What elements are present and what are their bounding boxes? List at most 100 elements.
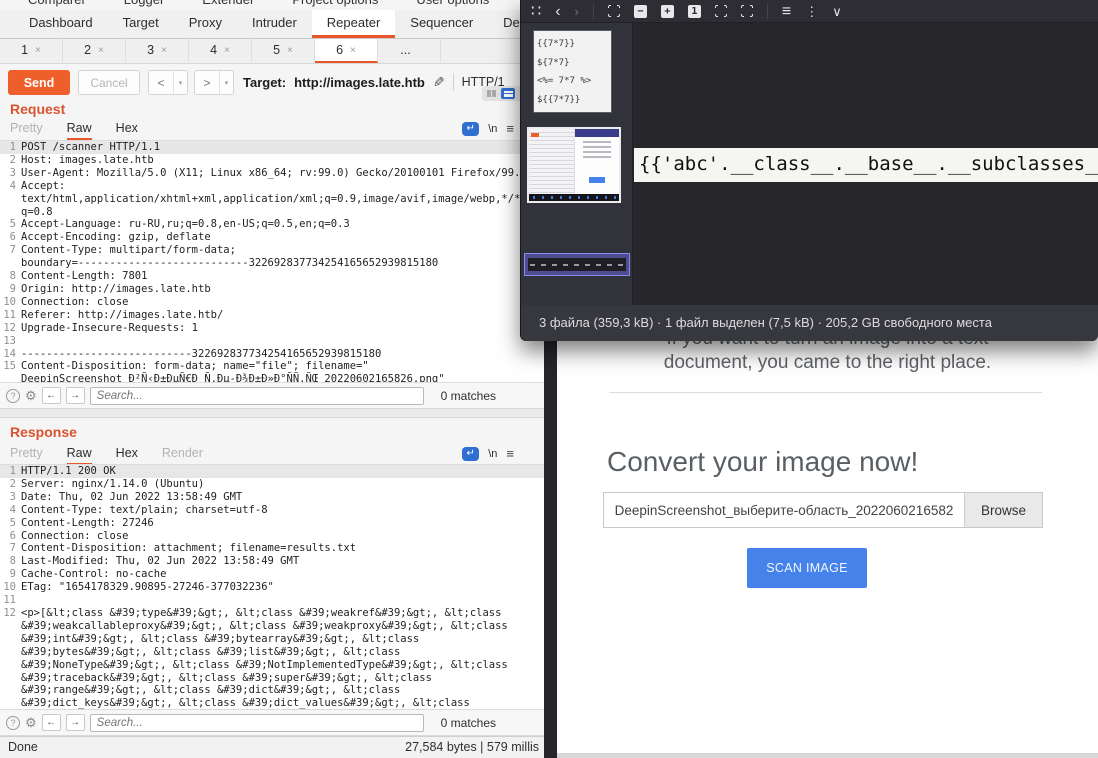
file-input[interactable]: DeepinScreenshot_выберите-область_202206… (603, 492, 1043, 528)
send-button[interactable]: Send (8, 70, 70, 95)
help-icon[interactable]: ? (6, 716, 20, 730)
thumbnails-grid-icon[interactable]: ∷ (531, 5, 541, 18)
line-text: &#39;dict_keys&#39;&gt;, &lt;class &#39;… (21, 697, 547, 710)
fit-width-icon[interactable] (715, 5, 727, 17)
top-menu-item[interactable]: User options (416, 0, 489, 7)
thumbnail-desktop-screenshot[interactable] (527, 127, 621, 203)
dropdown-chevron-icon[interactable]: ∨ (832, 5, 842, 18)
editor-line: &#39;dict_keys&#39;&gt;, &lt;class &#39;… (0, 697, 547, 710)
module-tab[interactable]: Intruder (237, 10, 312, 38)
editor-menu-icon[interactable]: ≡ (506, 446, 514, 461)
line-text: HTTP/1.1 200 OK (21, 465, 547, 478)
edit-pencil-icon[interactable]: ✎ (433, 74, 445, 91)
response-view-tab[interactable]: Hex (116, 446, 138, 465)
line-text: Cache-Control: no-cache (21, 568, 547, 581)
search-next-icon[interactable]: → (66, 714, 85, 731)
back-icon[interactable]: ‹ (555, 5, 560, 18)
history-back-button[interactable]: < ▾ (148, 70, 188, 95)
top-menu-item[interactable]: Extender (202, 0, 254, 7)
search-input[interactable] (90, 387, 424, 405)
module-tab[interactable]: Target (108, 10, 174, 38)
search-next-icon[interactable]: → (66, 387, 85, 404)
help-icon[interactable]: ? (6, 389, 20, 403)
chevron-down-icon[interactable]: ▾ (174, 71, 187, 94)
top-menu-item[interactable]: Project options (292, 0, 378, 7)
line-text: Connection: close (21, 296, 547, 309)
line-text: ETag: "1654178329.90895-27246-377032236" (21, 581, 547, 594)
search-input[interactable] (90, 714, 424, 732)
more-options-icon[interactable]: ⋮ (805, 5, 818, 18)
viewer-canvas[interactable]: {{'abc'.__class__.__base__.__subclasses_… (634, 23, 1098, 305)
word-wrap-icon[interactable]: ↵ (462, 447, 479, 461)
viewer-toolbar: ∷ ‹ › − +1 ≡ ⋮ ∨ (521, 0, 1098, 23)
columns-layout-icon[interactable] (484, 88, 499, 99)
line-number (0, 257, 21, 270)
gear-icon[interactable]: ⚙ (25, 388, 37, 404)
editor-line: &#39;weakcallableproxy&#39;&gt;, &lt;cla… (0, 620, 547, 633)
editor-line: boundary=---------------------------3226… (0, 257, 547, 270)
line-text: &#39;weakcallableproxy&#39;&gt;, &lt;cla… (21, 620, 547, 633)
list-view-icon[interactable]: ≡ (782, 5, 791, 18)
editor-line: q=0.8 (0, 206, 547, 219)
request-editor[interactable]: 1 POST /scanner HTTP/1.1 2 Host: images.… (0, 140, 547, 383)
show-newlines-toggle[interactable]: \n (488, 123, 497, 135)
response-view-tab[interactable]: Render (162, 446, 203, 465)
show-newlines-toggle[interactable]: \n (488, 448, 497, 460)
status-done: Done (8, 740, 38, 754)
image-viewer-window: ∷ ‹ › − +1 ≡ ⋮ ∨ {{7*7}}${7*7}<%= 7*7 %>${{7*… (520, 0, 1098, 341)
module-tab[interactable]: Dashboard (14, 10, 108, 38)
search-prev-icon[interactable]: ← (42, 714, 61, 731)
response-editor[interactable]: 1 HTTP/1.1 200 OK 2 Server: nginx/1.14.0… (0, 464, 547, 710)
line-number: 12 (0, 322, 21, 335)
gear-icon[interactable]: ⚙ (25, 715, 37, 731)
response-view-tab[interactable]: Pretty (10, 446, 43, 465)
close-icon[interactable]: × (350, 45, 356, 56)
request-view-tab[interactable]: Hex (116, 121, 138, 140)
repeater-tab[interactable]: 3 × (126, 39, 189, 63)
top-menu-item[interactable]: Comparer (28, 0, 86, 7)
close-icon[interactable]: × (287, 45, 293, 56)
line-number: 10 (0, 581, 21, 594)
editor-line: 6 Accept-Encoding: gzip, deflate (0, 231, 547, 244)
editor-line: 12 Upgrade-Insecure-Requests: 1 (0, 322, 547, 335)
repeater-tab[interactable]: ... (378, 39, 441, 63)
top-menu-item[interactable]: Logger (124, 0, 164, 7)
line-text: ---------------------------3226928377342… (21, 348, 547, 361)
response-view-tab[interactable]: Raw (67, 446, 92, 465)
rows-layout-icon[interactable] (501, 88, 516, 99)
browse-button[interactable]: Browse (964, 493, 1042, 527)
module-tab[interactable]: Proxy (174, 10, 237, 38)
cancel-button[interactable]: Cancel (78, 70, 140, 95)
forward-icon[interactable]: › (575, 5, 579, 18)
repeater-tab[interactable]: 1 × (0, 39, 63, 63)
request-view-tab[interactable]: Raw (67, 121, 92, 140)
scan-image-button[interactable]: SCAN IMAGE (747, 548, 867, 588)
word-wrap-icon[interactable]: ↵ (462, 122, 479, 136)
repeater-tab[interactable]: 2 × (63, 39, 126, 63)
close-icon[interactable]: × (161, 45, 167, 56)
fullscreen-icon[interactable] (741, 5, 753, 17)
thumbnail-ssti-payloads[interactable]: {{7*7}}${7*7}<%= 7*7 %>${{7*7}} (533, 30, 612, 113)
viewer-menu-group: ≡ ⋮ ∨ (782, 5, 842, 18)
zoom-actual-size-icon[interactable]: 1 (688, 5, 701, 18)
tagline-line2: document, you came to the right place. (557, 352, 1098, 374)
search-prev-icon[interactable]: ← (42, 387, 61, 404)
repeater-tab[interactable]: 6 × (315, 39, 378, 63)
module-tab[interactable]: Repeater (312, 10, 395, 38)
close-icon[interactable]: × (224, 45, 230, 56)
editor-line: 11 Referer: http://images.late.htb/ (0, 309, 547, 322)
zoom-out-icon[interactable]: − (634, 5, 647, 18)
repeater-tab[interactable]: 4 × (189, 39, 252, 63)
chevron-down-icon[interactable]: ▾ (220, 71, 233, 94)
module-tab[interactable]: Sequencer (395, 10, 488, 38)
editor-menu-icon[interactable]: ≡ (506, 121, 514, 136)
request-view-tab[interactable]: Pretty (10, 121, 43, 140)
zoom-in-icon[interactable]: + (661, 5, 674, 18)
history-forward-button[interactable]: > ▾ (194, 70, 234, 95)
zoom-fit-icon[interactable] (608, 5, 620, 17)
line-number (0, 697, 21, 710)
close-icon[interactable]: × (98, 45, 104, 56)
close-icon[interactable]: × (35, 45, 41, 56)
thumbnail-selected-payload-strip[interactable] (524, 253, 630, 276)
repeater-tab[interactable]: 5 × (252, 39, 315, 63)
